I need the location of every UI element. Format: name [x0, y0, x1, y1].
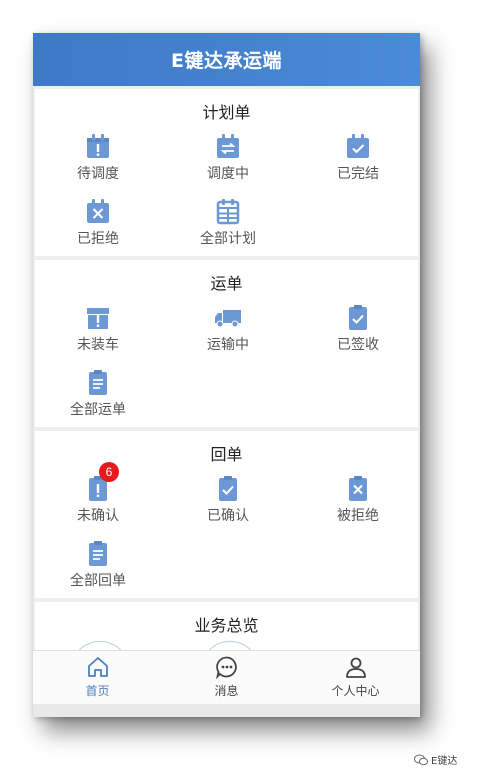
watermark: E键达 — [414, 752, 457, 767]
clipboard-check-icon — [219, 476, 237, 501]
plan-dispatching[interactable]: 调度中 — [178, 132, 278, 183]
item-label: 未确认 — [77, 508, 119, 524]
item-label: 全部回单 — [70, 573, 126, 589]
plan-completed[interactable]: 已完结 — [308, 132, 408, 183]
tab-home[interactable]: 首页 — [33, 651, 162, 705]
item-label: 已签收 — [337, 337, 379, 353]
item-label: 未装车 — [77, 337, 119, 353]
item-label: 运输中 — [207, 337, 249, 353]
item-label: 已确认 — [207, 508, 249, 524]
home-icon — [87, 657, 108, 677]
calendar-exclamation-icon — [87, 134, 109, 158]
item-label: 全部运单 — [70, 402, 126, 418]
wechat-icon — [414, 754, 428, 765]
calendar-grid-icon — [216, 199, 240, 225]
calendar-swap-icon — [217, 134, 239, 158]
watermark-text: E键达 — [431, 756, 458, 767]
tab-messages[interactable]: 消息 — [162, 651, 291, 705]
clipboard-list-icon — [89, 541, 107, 566]
section-title-plan: 计划单 — [202, 103, 251, 122]
plan-all[interactable]: 全部计划 — [178, 197, 278, 248]
item-label: 已拒绝 — [77, 231, 119, 247]
item-label: 被拒绝 — [337, 508, 379, 524]
waybill-signed[interactable]: 已签收 — [308, 303, 408, 354]
receipt-rejected[interactable]: 被拒绝 — [308, 474, 408, 525]
tab-profile[interactable]: 个人中心 — [291, 651, 420, 705]
phone-screen: E键达承运端 计划单 待调度 调度中 已完结 已拒绝 全部计划 运单 未装车 运… — [33, 33, 420, 717]
tab-label: 首页 — [85, 684, 110, 698]
screen-bottom-strip — [33, 704, 420, 717]
plan-pending-dispatch[interactable]: 待调度 — [48, 132, 148, 183]
clipboard-check-icon — [349, 305, 367, 330]
app-header: E键达承运端 — [33, 33, 420, 86]
plan-section: 计划单 待调度 调度中 已完结 已拒绝 全部计划 — [35, 89, 418, 256]
section-title-receipt: 回单 — [210, 445, 243, 464]
section-title-waybill: 运单 — [210, 274, 243, 293]
app-title: E键达承运端 — [171, 50, 282, 72]
waybill-all[interactable]: 全部运单 — [48, 368, 148, 419]
waybill-in-transit[interactable]: 运输中 — [178, 303, 278, 354]
receipt-unconfirmed[interactable]: 6 未确认 — [48, 462, 148, 525]
bottom-tab-bar: 首页 消息 个人中心 — [33, 650, 420, 705]
calendar-x-icon — [87, 199, 109, 223]
calendar-check-icon — [347, 134, 369, 158]
box-exclamation-icon — [87, 308, 109, 329]
receipt-confirmed[interactable]: 已确认 — [178, 474, 278, 525]
tab-label: 个人中心 — [331, 684, 380, 698]
receipt-section: 回单 6 未确认 已确认 被拒绝 全部回单 — [35, 431, 418, 598]
receipt-all[interactable]: 全部回单 — [48, 539, 148, 590]
clipboard-list-icon — [89, 370, 107, 395]
truck-icon — [215, 310, 241, 328]
item-label: 待调度 — [77, 166, 119, 182]
section-title-overview: 业务总览 — [194, 616, 259, 635]
user-icon — [345, 657, 366, 678]
plan-rejected[interactable]: 已拒绝 — [48, 197, 148, 248]
item-label: 全部计划 — [200, 231, 256, 247]
waybill-section: 运单 未装车 运输中 已签收 全部运单 — [35, 260, 418, 427]
item-label: 已完结 — [337, 166, 379, 182]
clipboard-x-icon — [349, 476, 367, 501]
unread-count-badge: 6 — [99, 462, 119, 482]
tab-label: 消息 — [214, 684, 239, 698]
item-label: 调度中 — [207, 166, 249, 182]
message-icon — [215, 656, 237, 679]
waybill-not-loaded[interactable]: 未装车 — [48, 303, 148, 354]
